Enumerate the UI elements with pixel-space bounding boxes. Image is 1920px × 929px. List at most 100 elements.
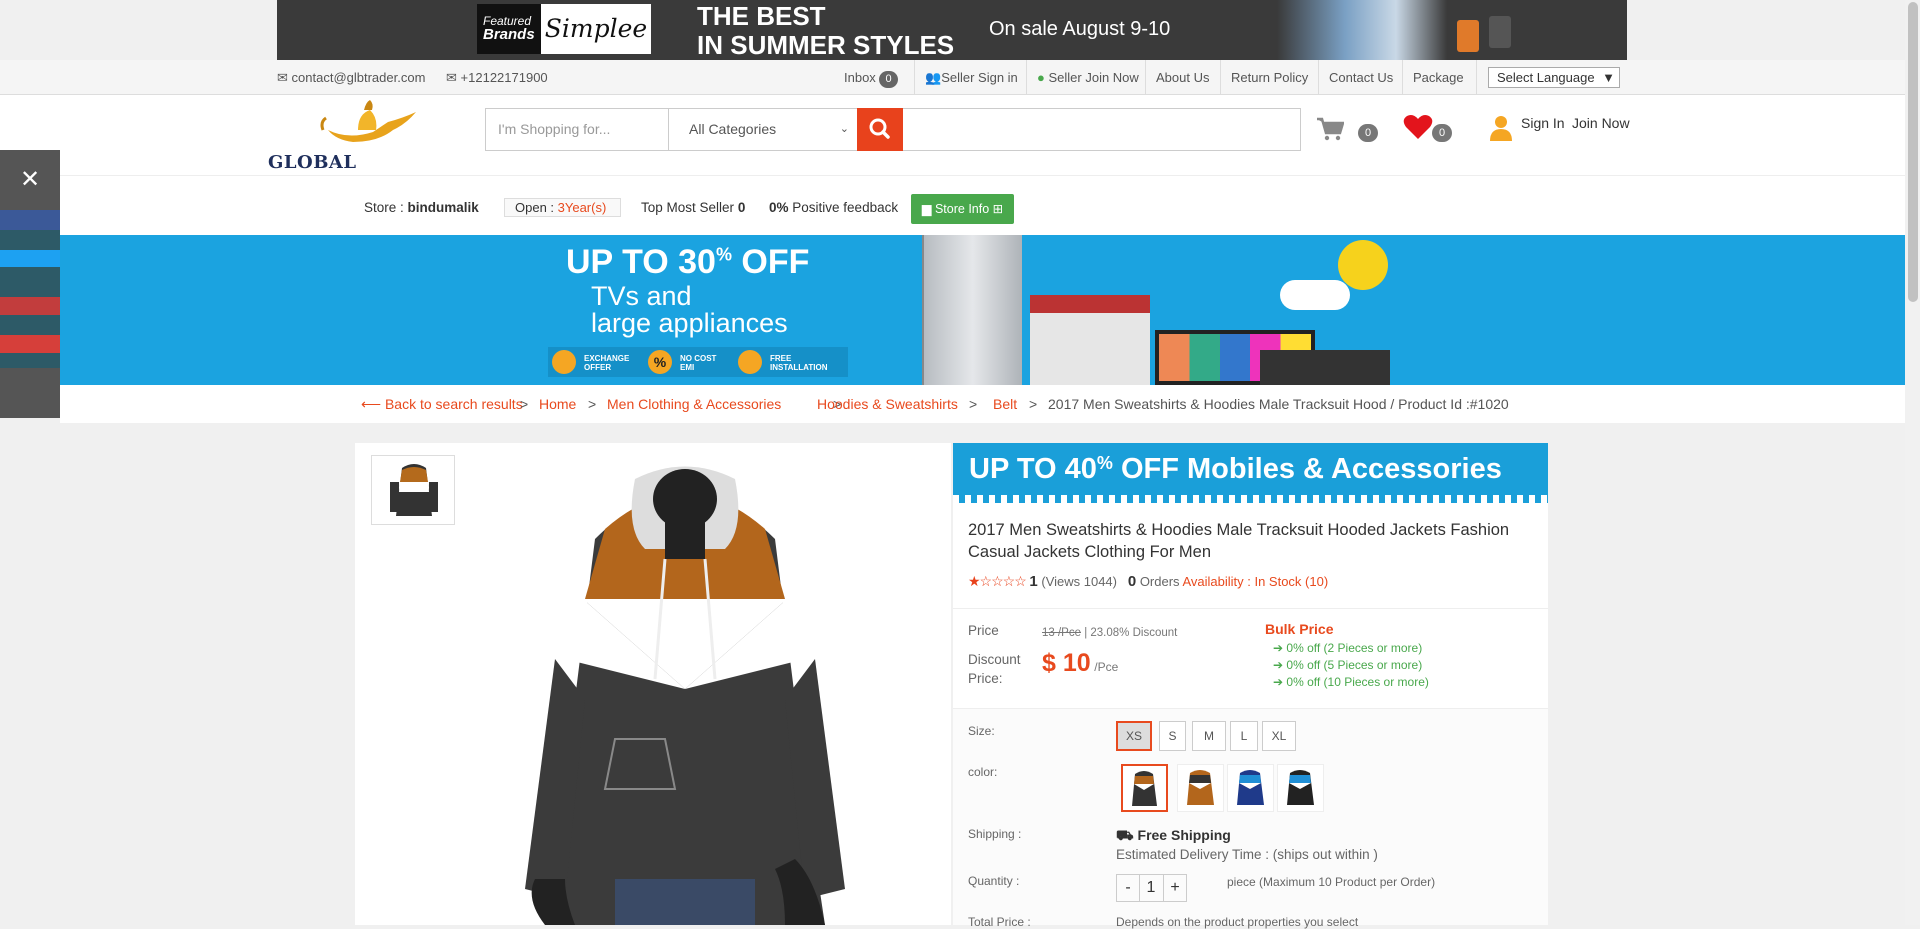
brand-logo: Simplee <box>541 4 651 54</box>
facebook-share-button[interactable] <box>0 210 60 230</box>
twitter-share-button[interactable] <box>0 250 60 267</box>
color-option-navy[interactable] <box>1277 764 1324 812</box>
quantity-decrease-button[interactable]: - <box>1116 874 1140 902</box>
color-option-brown[interactable] <box>1177 764 1224 812</box>
chevron-down-icon: ⌄ <box>839 123 849 135</box>
store-open-duration: Open : 3Year(s) <box>504 198 621 217</box>
free-shipping: ⛟ Free Shipping <box>1116 827 1231 846</box>
banner-zigzag <box>953 495 1548 503</box>
crumb-hoodies[interactable]: Hoodies & Sweatshirts <box>817 396 958 412</box>
size-option-xl[interactable]: XL <box>1262 721 1296 751</box>
utility-bar: ✉ contact@glbtrader.com ✉ +12122171900 I… <box>0 60 1905 95</box>
account-icon-wrap[interactable] <box>1490 115 1512 144</box>
inbox-count-badge: 0 <box>879 71 898 88</box>
details-promo-banner[interactable]: UP TO 40% OFF Mobiles & Accessories <box>953 443 1548 503</box>
linkedin-share-button[interactable] <box>0 230 60 250</box>
plus-square-icon: ⊞ <box>992 202 1004 216</box>
top-seller-value: 0 <box>737 200 746 215</box>
size-option-xs[interactable]: XS <box>1116 721 1152 751</box>
sign-in-link[interactable]: Sign In <box>1521 115 1565 131</box>
back-to-results-link[interactable]: ⟵ Back to search results <box>361 396 523 413</box>
details-banner-text: UP TO 40% OFF Mobiles & Accessories <box>969 453 1502 486</box>
bulk-price-item: ➔ 0% off (2 Pieces or more) <box>1273 641 1423 655</box>
promo-banner[interactable]: UP TO 30% OFF TVs and large appliances E… <box>60 235 1905 385</box>
color-option-blue[interactable] <box>1227 764 1274 812</box>
crumb-men-clothing[interactable]: Men Clothing & Accessories <box>607 396 781 412</box>
page-scrollbar[interactable] <box>1905 0 1920 925</box>
size-option-l[interactable]: L <box>1230 721 1258 751</box>
size-option-m[interactable]: M <box>1192 721 1226 751</box>
product-thumbnail[interactable] <box>371 455 455 525</box>
language-select[interactable]: Select Language ▼ <box>1488 67 1620 88</box>
crumb-home[interactable]: Home <box>539 396 576 412</box>
phone-link[interactable]: ✉ +12122171900 <box>446 60 548 95</box>
store-name[interactable]: Store : bindumalik <box>364 200 479 215</box>
seller-sign-in-link[interactable]: 👥Seller Sign in <box>914 60 1018 95</box>
hoodie-thumbnail-image <box>390 464 438 516</box>
caret-down-icon: ▼ <box>1602 70 1615 85</box>
close-icon[interactable]: ✕ <box>0 150 60 210</box>
positive-feedback: 0% Positive feedback <box>769 200 898 215</box>
contact-link[interactable]: Contact Us <box>1318 60 1393 95</box>
product-title: 2017 Men Sweatshirts & Hoodies Male Trac… <box>968 521 1510 561</box>
seller-join-label: Seller Join Now <box>1048 70 1139 85</box>
availability-status: Availability : In Stock (10) <box>1182 574 1329 589</box>
lamp-logo-icon <box>320 100 416 142</box>
banner-text-a: UP TO 40 <box>969 453 1097 485</box>
top-banner-ad[interactable]: Featured Brands Simplee THE BEST IN SUMMER… <box>277 0 1627 60</box>
size-option-s[interactable]: S <box>1159 721 1186 751</box>
quantity-increase-button[interactable]: + <box>1163 874 1187 902</box>
banner-cans-image <box>1457 16 1517 56</box>
product-id: / Product Id :#1020 <box>1390 396 1509 412</box>
microwave-image <box>1260 350 1390 385</box>
googleplus-share-button[interactable] <box>0 335 60 353</box>
pinterest-share-button[interactable] <box>0 297 60 315</box>
featured-brands-badge: Featured Brands <box>477 4 541 54</box>
return-policy-link[interactable]: Return Policy <box>1220 60 1308 95</box>
about-link[interactable]: About Us <box>1145 60 1209 95</box>
phone-text: +12122171900 <box>460 70 548 85</box>
size-label: Size: <box>968 724 995 738</box>
share-button-2[interactable] <box>0 315 60 335</box>
color-option-brown-black[interactable] <box>1121 764 1168 812</box>
inbox-link[interactable]: Inbox 0 <box>844 60 898 95</box>
wishlist-button[interactable] <box>1403 114 1433 143</box>
crumb-separator: > <box>1029 396 1038 412</box>
exchange-icon <box>552 350 576 374</box>
top-seller: Top Most Seller 0 <box>641 200 745 215</box>
quantity-input[interactable]: 1 <box>1139 874 1163 902</box>
category-label: All Categories <box>689 121 777 137</box>
crumb-belt[interactable]: Belt <box>993 396 1017 412</box>
email-link[interactable]: ✉ contact@glbtrader.com <box>277 60 425 95</box>
seller-join-link[interactable]: ● Seller Join Now <box>1026 60 1139 95</box>
banner-percent: % <box>1096 453 1113 473</box>
share-button-3[interactable] <box>0 353 60 368</box>
bulk-price-text: 0% off (2 Pieces or more) <box>1286 641 1423 655</box>
free-installation: FREE INSTALLATION <box>770 354 828 372</box>
site-logo[interactable]: GLOBAL TRADER <box>266 95 451 194</box>
bulk-price-text: 0% off (10 Pieces or more) <box>1286 675 1429 689</box>
swatch-image <box>1287 770 1314 805</box>
store-info-button[interactable]: ▆ Store Info ⊞ <box>911 194 1014 224</box>
truck-icon: ⛟ <box>1116 827 1134 843</box>
open-label: Open : <box>515 200 558 215</box>
exchange-offer: EXCHANGE OFFER <box>584 354 630 372</box>
quantity-label: Quantity : <box>968 874 1020 888</box>
color-label: color: <box>968 765 998 779</box>
feedback-value: 0% <box>769 200 789 215</box>
category-select[interactable]: All Categories ⌄ <box>669 109 857 150</box>
rating-count: 1 <box>1029 573 1038 590</box>
join-now-link[interactable]: Join Now <box>1572 115 1630 131</box>
product-main-image[interactable] <box>525 459 845 925</box>
search-button[interactable] <box>857 108 903 151</box>
document-icon: ▆ <box>921 202 932 216</box>
heart-icon <box>1403 115 1433 139</box>
scrollbar-thumb[interactable] <box>1908 2 1918 302</box>
share-button[interactable] <box>0 267 60 297</box>
headline-line-2: IN SUMMER STYLES <box>697 30 955 60</box>
swatch-image <box>1187 770 1214 805</box>
more-share-button[interactable] <box>0 368 60 418</box>
search-input[interactable]: I'm Shopping for... <box>486 109 669 150</box>
cart-button[interactable] <box>1316 117 1345 144</box>
package-link[interactable]: Package <box>1402 60 1464 95</box>
